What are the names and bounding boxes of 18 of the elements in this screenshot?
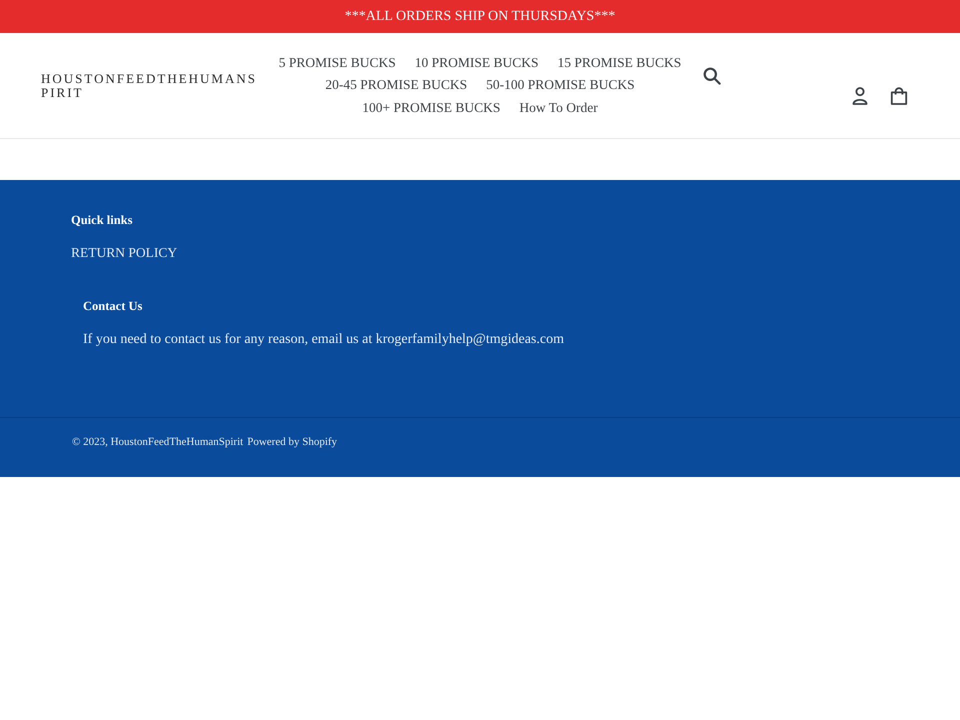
nav-link[interactable]: 10 PROMISE BUCKS xyxy=(405,52,548,74)
copyright-text: © 2023, HoustonFeedTheHumanSpirit xyxy=(72,435,244,450)
footer-heading: Quick links xyxy=(71,212,132,229)
nav-link[interactable]: 50-100 PROMISE BUCKS xyxy=(476,74,644,97)
account-icon[interactable] xyxy=(851,86,869,104)
nav-link[interactable]: How To Order xyxy=(510,96,608,120)
contact-text: If you need to contact us for any reason, email us at krogerfamilyhelp@tmgideas.com xyxy=(83,331,564,349)
store-logo-link[interactable]: HOUSTONFEEDTHEHUMANSPIRIT xyxy=(41,72,262,100)
footer-link[interactable]: RETURN POLICY xyxy=(71,243,178,263)
search-icon[interactable] xyxy=(703,66,721,84)
powered-by-link[interactable]: Powered by Shopify xyxy=(247,435,338,450)
nav-link[interactable]: 20-45 PROMISE BUCKS xyxy=(316,74,477,97)
nav-link[interactable]: 100+ PROMISE BUCKS xyxy=(352,96,510,120)
footer-heading: Contact Us xyxy=(83,298,142,315)
announcement-text: ***ALL ORDERS SHIP ON THURSDAYS*** xyxy=(344,8,616,26)
nav-link[interactable]: 5 PROMISE BUCKS xyxy=(269,52,406,74)
nav-link[interactable]: 15 PROMISE BUCKS xyxy=(548,52,691,74)
cart-icon[interactable] xyxy=(890,86,908,104)
